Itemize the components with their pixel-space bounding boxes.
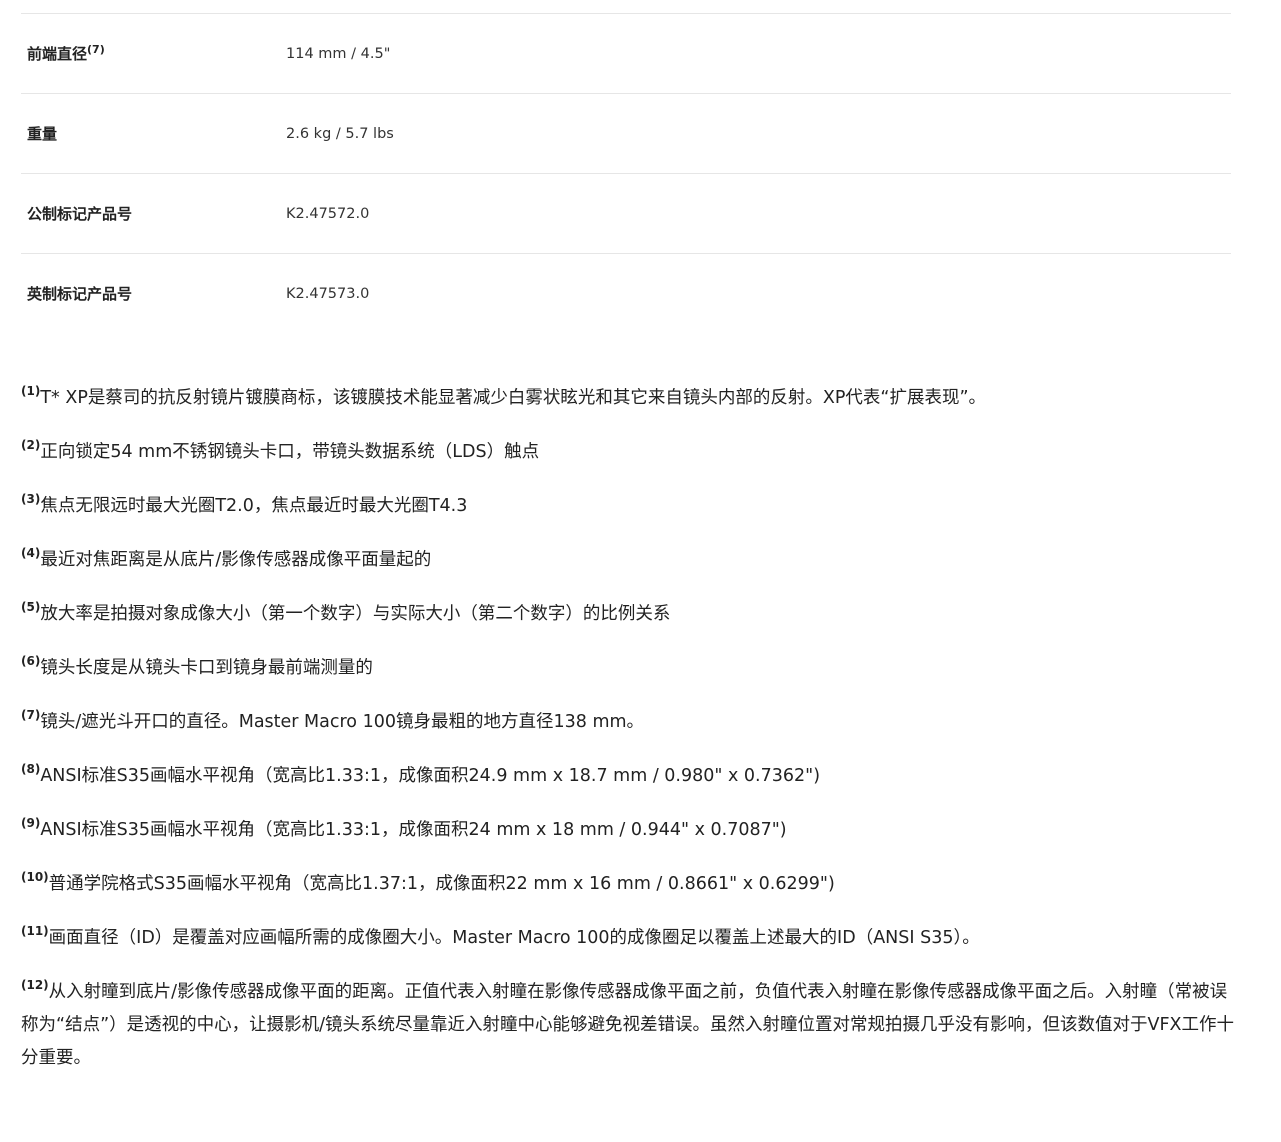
footnote-mark: (9) bbox=[21, 816, 41, 831]
spec-label: 重量 bbox=[21, 123, 280, 144]
footnote-mark: (1) bbox=[21, 384, 41, 399]
footnote-mark: (3) bbox=[21, 492, 41, 507]
footnote-text: ANSI标准S35画幅水平视角（宽高比1.33:1，成像面积24 mm x 18… bbox=[40, 820, 787, 840]
footnote-10: (10)普通学院格式S35画幅水平视角（宽高比1.37:1，成像面积22 mm … bbox=[21, 868, 1236, 901]
footnote-text: 焦点无限远时最大光圈T2.0，焦点最近时最大光圈T4.3 bbox=[40, 496, 468, 516]
footnote-mark: (4) bbox=[21, 546, 41, 561]
footnote-text: 画面直径（ID）是覆盖对应画幅所需的成像圈大小。Master Macro 100… bbox=[48, 928, 980, 948]
footnote-5: (5)放大率是拍摄对象成像大小（第一个数字）与实际大小（第二个数字）的比例关系 bbox=[21, 598, 1236, 631]
spec-label: 英制标记产品号 bbox=[21, 283, 280, 304]
footnote-ref[interactable]: (7) bbox=[87, 43, 105, 56]
footnote-mark: (12) bbox=[21, 978, 49, 993]
footnote-mark: (10) bbox=[21, 870, 49, 885]
footnote-mark: (11) bbox=[21, 924, 49, 939]
footnote-11: (11)画面直径（ID）是覆盖对应画幅所需的成像圈大小。Master Macro… bbox=[21, 922, 1236, 955]
spec-label: 前端直径(7) bbox=[21, 43, 280, 64]
spec-label-text: 前端直径 bbox=[27, 45, 88, 63]
footnote-mark: (6) bbox=[21, 654, 41, 669]
spec-row-front-diameter: 前端直径(7) 114 mm / 4.5" bbox=[21, 13, 1231, 93]
footnote-3: (3)焦点无限远时最大光圈T2.0，焦点最近时最大光圈T4.3 bbox=[21, 490, 1236, 523]
spec-label-text: 英制标记产品号 bbox=[27, 285, 133, 303]
footnote-mark: (8) bbox=[21, 762, 41, 777]
spec-value: K2.47572.0 bbox=[286, 205, 370, 222]
spec-value: 114 mm / 4.5" bbox=[286, 45, 391, 62]
spec-value: K2.47573.0 bbox=[286, 285, 370, 302]
footnote-text: 最近对焦距离是从底片/影像传感器成像平面量起的 bbox=[40, 550, 432, 570]
footnote-text: 放大率是拍摄对象成像大小（第一个数字）与实际大小（第二个数字）的比例关系 bbox=[40, 604, 671, 624]
footnote-12: (12)从入射瞳到底片/影像传感器成像平面的距离。正值代表入射瞳在影像传感器成像… bbox=[21, 976, 1236, 1075]
footnote-8: (8)ANSI标准S35画幅水平视角（宽高比1.33:1，成像面积24.9 mm… bbox=[21, 760, 1236, 793]
spec-row-imperial-product-number: 英制标记产品号 K2.47573.0 bbox=[21, 253, 1231, 333]
spec-row-metric-product-number: 公制标记产品号 K2.47572.0 bbox=[21, 173, 1231, 253]
footnote-text: 镜头长度是从镜头卡口到镜身最前端测量的 bbox=[40, 658, 373, 678]
footnote-text: 镜头/遮光斗开口的直径。Master Macro 100镜身最粗的地方直径138… bbox=[40, 712, 645, 732]
spec-row-weight: 重量 2.6 kg / 5.7 lbs bbox=[21, 93, 1231, 173]
spec-table: 前端直径(7) 114 mm / 4.5" 重量 2.6 kg / 5.7 lb… bbox=[21, 13, 1231, 333]
footnote-4: (4)最近对焦距离是从底片/影像传感器成像平面量起的 bbox=[21, 544, 1236, 577]
footnote-mark: (2) bbox=[21, 438, 41, 453]
footnote-2: (2)正向锁定54 mm不锈钢镜头卡口，带镜头数据系统（LDS）触点 bbox=[21, 436, 1236, 469]
footnote-1: (1)T* XP是蔡司的抗反射镜片镀膜商标，该镀膜技术能显著减少白雾状眩光和其它… bbox=[21, 382, 1236, 415]
footnote-9: (9)ANSI标准S35画幅水平视角（宽高比1.33:1，成像面积24 mm x… bbox=[21, 814, 1236, 847]
footnote-7: (7)镜头/遮光斗开口的直径。Master Macro 100镜身最粗的地方直径… bbox=[21, 706, 1236, 739]
footnote-6: (6)镜头长度是从镜头卡口到镜身最前端测量的 bbox=[21, 652, 1236, 685]
spec-label: 公制标记产品号 bbox=[21, 203, 280, 224]
spec-label-text: 公制标记产品号 bbox=[27, 205, 133, 223]
spec-label-text: 重量 bbox=[27, 125, 58, 143]
spec-value: 2.6 kg / 5.7 lbs bbox=[286, 125, 394, 142]
footnote-text: 正向锁定54 mm不锈钢镜头卡口，带镜头数据系统（LDS）触点 bbox=[40, 442, 540, 462]
footnote-text: ANSI标准S35画幅水平视角（宽高比1.33:1，成像面积24.9 mm x … bbox=[40, 766, 821, 786]
footnotes-section: (1)T* XP是蔡司的抗反射镜片镀膜商标，该镀膜技术能显著减少白雾状眩光和其它… bbox=[21, 382, 1236, 1096]
footnote-mark: (7) bbox=[21, 708, 41, 723]
footnote-text: T* XP是蔡司的抗反射镜片镀膜商标，该镀膜技术能显著减少白雾状眩光和其它来自镜… bbox=[40, 388, 987, 408]
footnote-text: 从入射瞳到底片/影像传感器成像平面的距离。正值代表入射瞳在影像传感器成像平面之前… bbox=[21, 982, 1235, 1068]
footnote-text: 普通学院格式S35画幅水平视角（宽高比1.37:1，成像面积22 mm x 16… bbox=[48, 874, 835, 894]
footnote-mark: (5) bbox=[21, 600, 41, 615]
